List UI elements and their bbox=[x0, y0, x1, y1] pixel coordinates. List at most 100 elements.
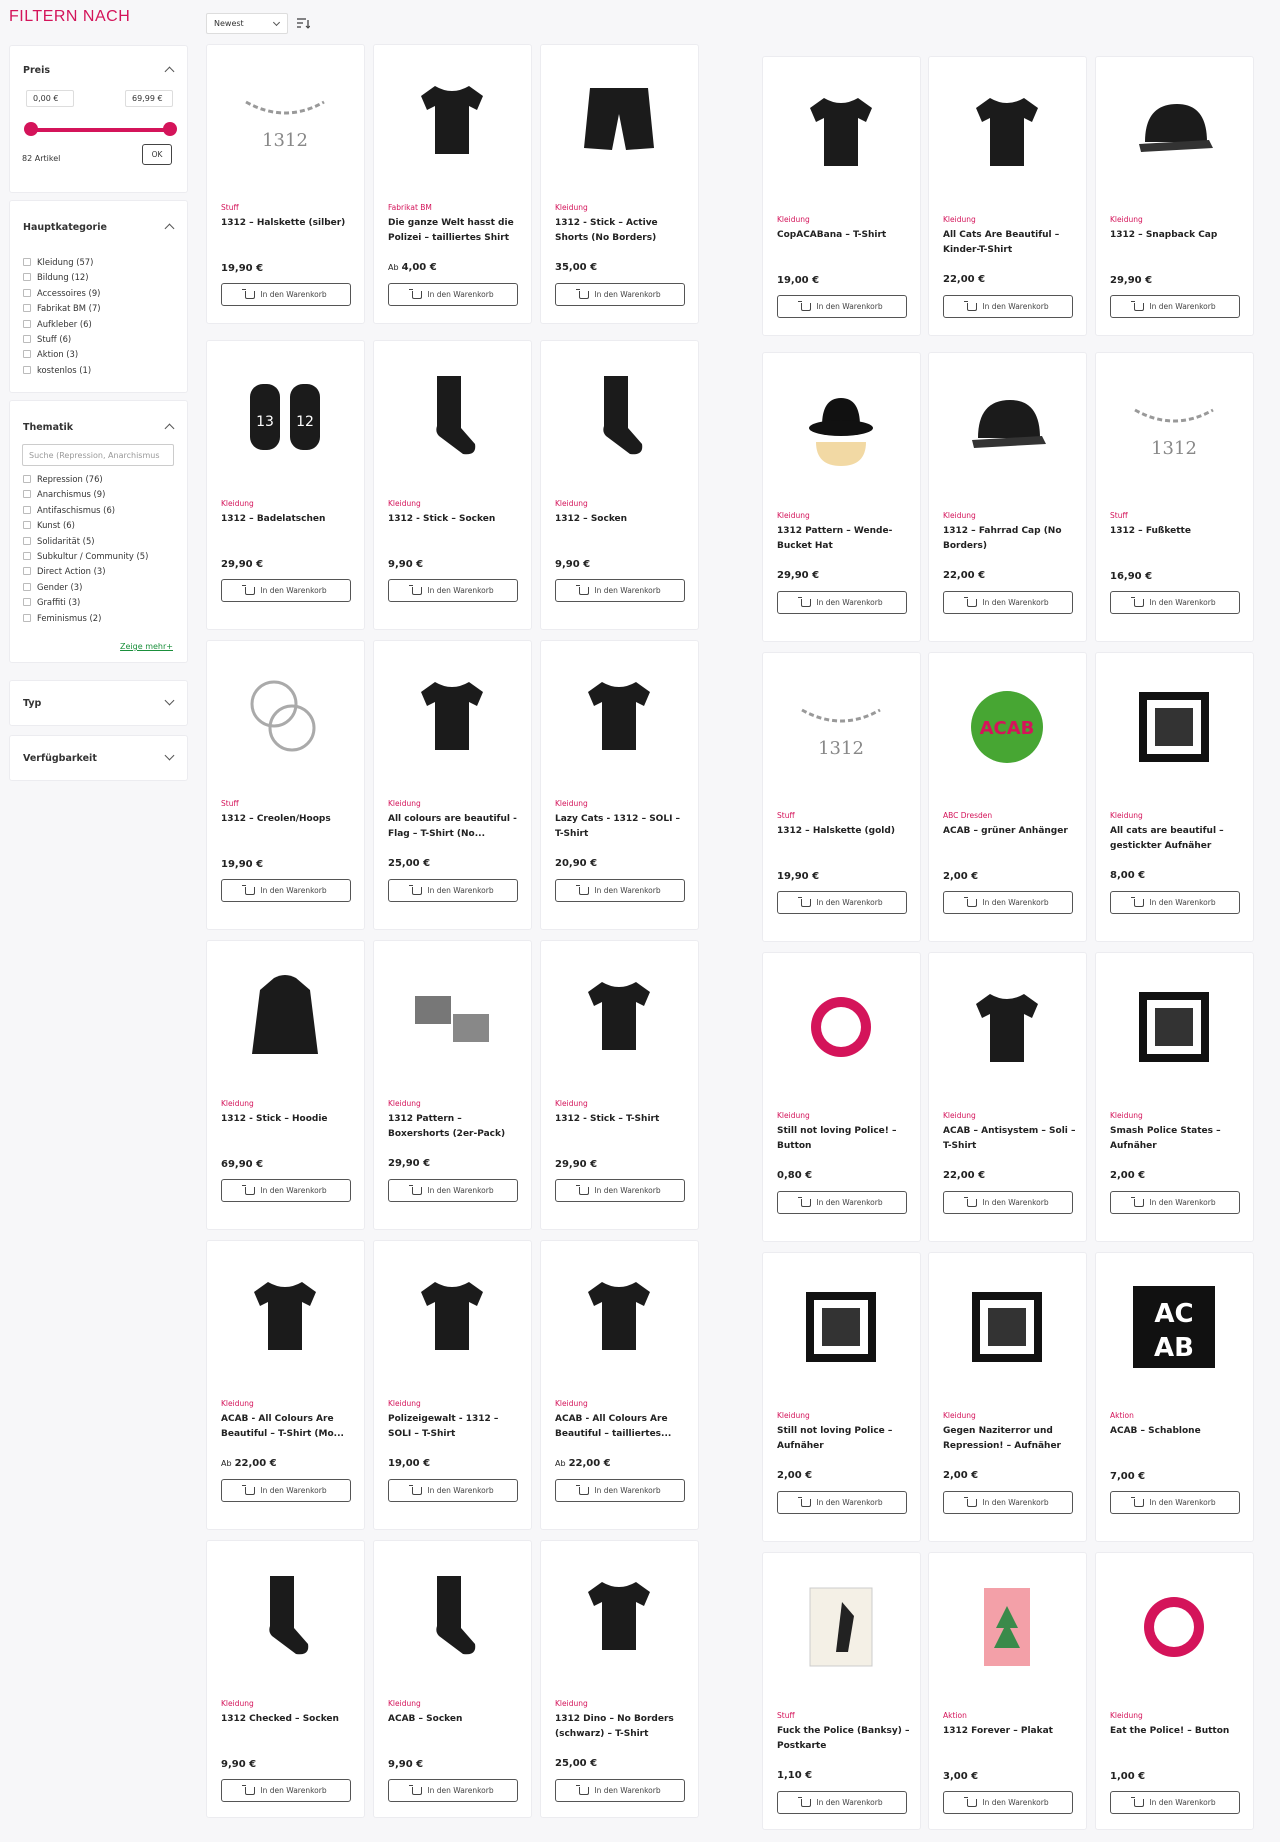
product-name[interactable]: 1312 - Stick – Socken bbox=[388, 512, 522, 527]
product-name[interactable]: 1312 - Stick – T-Shirt bbox=[555, 1112, 689, 1127]
add-to-cart-button[interactable]: In den Warenkorb bbox=[1110, 295, 1240, 318]
product-image[interactable] bbox=[779, 1567, 903, 1691]
add-to-cart-button[interactable]: In den Warenkorb bbox=[777, 295, 907, 318]
product-image[interactable]: 1312 bbox=[223, 59, 347, 183]
product-name[interactable]: All cats are beautiful – gestickter Aufn… bbox=[1110, 824, 1244, 854]
product-name[interactable]: Eat the Police! – Button bbox=[1110, 1724, 1244, 1739]
product-image[interactable] bbox=[557, 355, 681, 479]
product-image[interactable] bbox=[557, 1255, 681, 1379]
checkbox[interactable] bbox=[23, 350, 31, 359]
product-image[interactable] bbox=[945, 967, 1069, 1091]
product-name[interactable]: 1312 Pattern – Wende-Bucket Hat bbox=[777, 524, 911, 554]
product-card[interactable]: Kleidung Polizeigewalt - 1312 – SOLI – T-… bbox=[373, 1240, 532, 1530]
add-to-cart-button[interactable]: In den Warenkorb bbox=[221, 1179, 351, 1202]
product-card[interactable]: Kleidung ACAB – Antisystem – Soli – T-Shi… bbox=[928, 952, 1087, 1242]
product-image[interactable] bbox=[390, 655, 514, 779]
product-card[interactable]: Kleidung 1312 Checked – Socken 9,90 € In de… bbox=[206, 1540, 365, 1818]
expand-availability-icon[interactable] bbox=[164, 750, 175, 761]
product-card[interactable]: 13 12 Kleidung 1312 – Badelatschen 29,90 € In… bbox=[206, 340, 365, 630]
add-to-cart-button[interactable]: In den Warenkorb bbox=[1110, 1191, 1240, 1214]
checkbox[interactable] bbox=[23, 521, 31, 530]
product-image[interactable] bbox=[779, 1267, 903, 1391]
product-card[interactable]: Kleidung All Cats Are Beautiful – Kinder-… bbox=[928, 56, 1087, 336]
checkbox[interactable] bbox=[23, 475, 31, 483]
product-card[interactable]: Kleidung Gegen Naziterror und Repression!… bbox=[928, 1252, 1087, 1542]
product-image[interactable]: 1312 bbox=[779, 667, 903, 791]
price-slider-max-handle[interactable] bbox=[163, 122, 177, 136]
filter-option[interactable]: Kleidung (57) bbox=[23, 256, 93, 268]
product-image[interactable]: ACAB bbox=[945, 667, 1069, 791]
product-name[interactable]: Still not loving Police – Aufnäher bbox=[777, 1424, 911, 1454]
product-image[interactable]: ACAB bbox=[1112, 1267, 1236, 1391]
product-image[interactable] bbox=[945, 367, 1069, 491]
add-to-cart-button[interactable]: In den Warenkorb bbox=[388, 579, 518, 602]
product-card[interactable]: Kleidung 1312 – Socken 9,90 € In den Warenk… bbox=[540, 340, 699, 630]
checkbox[interactable] bbox=[23, 490, 31, 499]
product-image[interactable] bbox=[557, 655, 681, 779]
sort-icon[interactable] bbox=[296, 17, 310, 29]
product-card[interactable]: Kleidung 1312 - Stick – Socken 9,90 € In de… bbox=[373, 340, 532, 630]
product-card[interactable]: 1312 Stuff 1312 – Halskette (gold) 19,90 € I… bbox=[762, 652, 921, 942]
product-image[interactable] bbox=[557, 59, 681, 183]
checkbox[interactable] bbox=[23, 304, 31, 313]
type-filter[interactable]: Typ bbox=[9, 680, 188, 726]
add-to-cart-button[interactable]: In den Warenkorb bbox=[555, 1479, 685, 1502]
checkbox[interactable] bbox=[23, 552, 31, 560]
availability-filter[interactable]: Verfügbarkeit bbox=[9, 735, 188, 781]
product-category[interactable]: Kleidung bbox=[388, 1099, 421, 1108]
product-card[interactable]: Stuff Fuck the Police (Banksy) – Postkart… bbox=[762, 1552, 921, 1830]
price-slider-track[interactable] bbox=[30, 128, 170, 132]
product-image[interactable] bbox=[390, 355, 514, 479]
collapse-category-icon[interactable] bbox=[164, 223, 175, 234]
add-to-cart-button[interactable]: In den Warenkorb bbox=[777, 1791, 907, 1814]
filter-option[interactable]: Gender (3) bbox=[23, 581, 82, 593]
product-image[interactable] bbox=[390, 1255, 514, 1379]
product-category[interactable]: Kleidung bbox=[555, 499, 588, 508]
product-name[interactable]: ACAB – Socken bbox=[388, 1712, 522, 1727]
price-ok-button[interactable]: OK bbox=[142, 144, 172, 165]
product-category[interactable]: Stuff bbox=[777, 811, 795, 820]
product-category[interactable]: Kleidung bbox=[1110, 1711, 1143, 1720]
checkbox[interactable] bbox=[23, 598, 31, 607]
sort-select[interactable]: Newest bbox=[206, 13, 288, 34]
filter-option[interactable]: Kunst (6) bbox=[23, 519, 75, 531]
product-category[interactable]: Kleidung bbox=[1110, 811, 1143, 820]
filter-option[interactable]: Solidarität (5) bbox=[23, 535, 95, 547]
add-to-cart-button[interactable]: In den Warenkorb bbox=[221, 283, 351, 306]
collapse-price-icon[interactable] bbox=[164, 66, 175, 77]
price-max-field[interactable]: 69,99 € bbox=[125, 90, 173, 107]
product-card[interactable]: Kleidung All cats are beautiful – gestick… bbox=[1095, 652, 1254, 942]
product-card[interactable]: Fabrikat BM Die ganze Welt hasst die Poli… bbox=[373, 44, 532, 324]
product-image[interactable] bbox=[779, 967, 903, 1091]
product-name[interactable]: 1312 Dino – No Borders (schwarz) – T-Shi… bbox=[555, 1712, 689, 1742]
product-category[interactable]: Kleidung bbox=[943, 511, 976, 520]
product-name[interactable]: 1312 – Snapback Cap bbox=[1110, 228, 1244, 243]
product-card[interactable]: Kleidung 1312 – Fahrrad Cap (No Borders) 2… bbox=[928, 352, 1087, 642]
product-image[interactable] bbox=[1112, 71, 1236, 195]
product-card[interactable]: Stuff 1312 – Creolen/Hoops 19,90 € In den W… bbox=[206, 640, 365, 930]
add-to-cart-button[interactable]: In den Warenkorb bbox=[943, 1791, 1073, 1814]
product-category[interactable]: Kleidung bbox=[555, 799, 588, 808]
product-category[interactable]: Kleidung bbox=[943, 1411, 976, 1420]
add-to-cart-button[interactable]: In den Warenkorb bbox=[388, 879, 518, 902]
product-name[interactable]: 1312 – Socken bbox=[555, 512, 689, 527]
product-image[interactable] bbox=[1112, 1567, 1236, 1691]
product-category[interactable]: Aktion bbox=[1110, 1411, 1134, 1420]
product-name[interactable]: 1312 – Creolen/Hoops bbox=[221, 812, 355, 827]
product-image[interactable] bbox=[557, 955, 681, 1079]
product-image[interactable] bbox=[223, 1555, 347, 1679]
collapse-topic-icon[interactable] bbox=[164, 423, 175, 434]
checkbox[interactable] bbox=[23, 273, 31, 282]
product-name[interactable]: 1312 – Badelatschen bbox=[221, 512, 355, 527]
product-category[interactable]: Kleidung bbox=[777, 1411, 810, 1420]
product-category[interactable]: Kleidung bbox=[777, 1111, 810, 1120]
product-name[interactable]: Die ganze Welt hasst die Polizei – taill… bbox=[388, 216, 522, 246]
product-image[interactable] bbox=[390, 955, 514, 1079]
checkbox[interactable] bbox=[23, 288, 31, 297]
checkbox[interactable] bbox=[23, 536, 31, 545]
product-image[interactable]: 1312 bbox=[1112, 367, 1236, 491]
product-category[interactable]: Kleidung bbox=[777, 511, 810, 520]
add-to-cart-button[interactable]: In den Warenkorb bbox=[555, 283, 685, 306]
product-name[interactable]: 1312 – Fußkette bbox=[1110, 524, 1244, 539]
product-name[interactable]: Lazy Cats - 1312 – SOLI – T-Shirt bbox=[555, 812, 689, 842]
